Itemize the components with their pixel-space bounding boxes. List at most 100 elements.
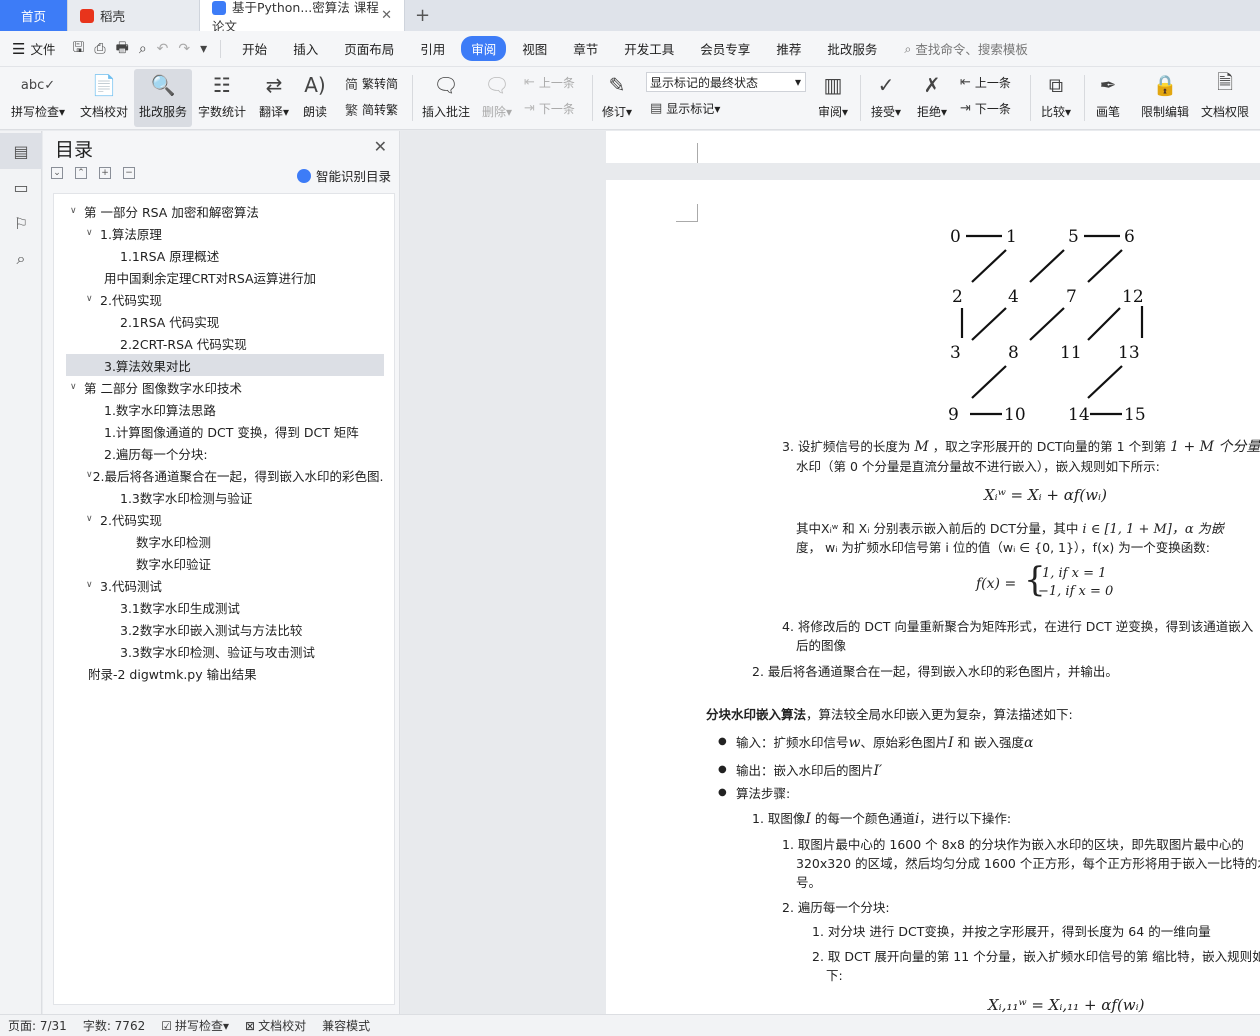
menu-chapter[interactable]: 章节 <box>563 36 608 61</box>
remove-heading-icon[interactable]: − <box>123 167 135 179</box>
add-heading-icon[interactable]: + <box>99 167 111 179</box>
menu-insert[interactable]: 插入 <box>283 36 328 61</box>
word-count-button[interactable]: ☷ 字数统计 <box>194 69 250 127</box>
restrict-edit-button[interactable]: 🔒 限制编辑 <box>1138 69 1192 127</box>
toc-item[interactable]: 1.1RSA 原理概述 <box>66 244 384 266</box>
file-menu[interactable]: ☰ 文件 <box>0 39 67 58</box>
chevron-down-icon[interactable]: ∨ <box>70 206 84 216</box>
doc-text: 1 个到第 <box>1116 439 1167 454</box>
status-spell-check[interactable]: ☑ 拼写检查 ▾ <box>153 1017 237 1034</box>
toc-item[interactable]: 2.1RSA 代码实现 <box>66 310 384 332</box>
toc-item[interactable]: ∨ 1.算法原理 <box>66 222 384 244</box>
menu-view[interactable]: 视图 <box>512 36 557 61</box>
review-pane-button[interactable]: ▥ 审阅▾ <box>814 69 852 127</box>
close-icon[interactable]: ✕ <box>374 137 387 156</box>
compare-button[interactable]: ⧉ 比较▾ <box>1036 69 1076 127</box>
menu-references[interactable]: 引用 <box>410 36 455 61</box>
toc-item[interactable]: ∨ 3.代码测试 <box>66 574 384 596</box>
chevron-down-icon[interactable]: ∨ <box>86 514 100 524</box>
prev-comment-button[interactable]: ⇤ 上一条 <box>524 74 575 91</box>
undo-icon[interactable]: ↶ <box>152 41 174 57</box>
redo-icon[interactable]: ↷ <box>173 41 195 57</box>
trad-to-simp-button[interactable]: 简繁转简 <box>345 74 398 93</box>
toc-icon[interactable]: ▤ <box>0 133 42 169</box>
toc-item[interactable]: 1.3数字水印检测与验证 <box>66 486 384 508</box>
delete-comment-label: 删除 <box>481 105 506 119</box>
smart-toc-button[interactable]: 智能识别目录 <box>296 166 391 185</box>
document-area[interactable]: 0 1 5 6 2 4 7 12 3 8 11 13 9 10 14 15 3.… <box>401 131 1260 1014</box>
accept-button[interactable]: ✓ 接受▾ <box>866 69 906 127</box>
page-indicator[interactable]: 页面: 7/31 <box>0 1017 75 1034</box>
review-service-button[interactable]: 🔍 批改服务 <box>134 69 192 127</box>
menu-page-layout[interactable]: 页面布局 <box>334 36 404 61</box>
read-aloud-button[interactable]: A) 朗读 <box>298 69 332 127</box>
close-icon[interactable]: ✕ <box>381 8 392 23</box>
markup-state-select[interactable]: 显示标记的最终状态 ▾ <box>646 72 806 92</box>
tab-docer[interactable]: 稻壳 <box>68 0 200 31</box>
collapse-all-icon[interactable]: ⌄ <box>51 167 63 179</box>
status-doc-check[interactable]: ⊠ 文档校对 <box>237 1017 314 1034</box>
toc-item[interactable]: ∨ 第 二部分 图像数字水印技术 <box>66 376 384 398</box>
toc-item[interactable]: 3.1数字水印生成测试 <box>66 596 384 618</box>
restrict-edit-label: 限制编辑 <box>1140 105 1189 119</box>
spell-check-button[interactable]: abc✓ 拼写检查▾ <box>6 69 70 127</box>
page-current[interactable]: 0 1 5 6 2 4 7 12 3 8 11 13 9 10 14 15 3.… <box>606 180 1260 1014</box>
search-icon[interactable]: ⌕ <box>0 241 42 277</box>
delete-comment-button[interactable]: 🗨 删除▾ <box>478 69 516 127</box>
toc-item[interactable]: ∨ 2.最后将各通道聚合在一起，得到嵌入水印的彩色图... <box>66 464 384 486</box>
tab-home[interactable]: 首页 <box>0 0 68 31</box>
toc-item[interactable]: 用中国剩余定理CRT对RSA运算进行加 <box>66 266 384 288</box>
customize-dropdown-icon[interactable]: ▾ <box>195 41 212 57</box>
toc-item[interactable]: 数字水印检测 <box>66 530 384 552</box>
menu-recommend[interactable]: 推荐 <box>766 36 811 61</box>
chevron-down-icon[interactable]: ∨ <box>86 294 100 304</box>
expand-icon[interactable]: ⌃ <box>75 167 87 179</box>
toc-item[interactable]: 3.2数字水印嵌入测试与方法比较 <box>66 618 384 640</box>
toc-item[interactable]: 1.数字水印算法思路 <box>66 398 384 420</box>
insert-comment-button[interactable]: 🗨 插入批注 <box>420 69 472 127</box>
translate-button[interactable]: ⇄ 翻译▾ <box>254 69 294 127</box>
toc-item[interactable]: 2.2CRT-RSA 代码实现 <box>66 332 384 354</box>
doc-proofread-button[interactable]: 📄 文档校对 <box>76 69 132 127</box>
new-tab-icon[interactable]: + <box>405 0 440 31</box>
toc-item[interactable]: ∨ 2.代码实现 <box>66 508 384 530</box>
chevron-down-icon[interactable]: ∨ <box>70 382 84 392</box>
prev-change-button[interactable]: ⇤ 上一条 <box>960 74 1011 91</box>
menu-home[interactable]: 开始 <box>232 36 277 61</box>
command-search[interactable]: ⌕ 查找命令、搜索模板 <box>904 39 1028 58</box>
export-pdf-icon[interactable]: ⎙ <box>89 41 110 57</box>
toc-item[interactable]: 1.计算图像通道的 DCT 变换，得到 DCT 矩阵 <box>66 420 384 442</box>
menu-member[interactable]: 会员专享 <box>690 36 760 61</box>
menu-review[interactable]: 审阅 <box>461 36 507 61</box>
word-count-indicator[interactable]: 字数: 7762 <box>75 1017 153 1034</box>
next-change-button[interactable]: ⇥ 下一条 <box>960 100 1011 117</box>
toc-item[interactable]: 附录-2 digwtmk.py 输出结果 <box>66 662 384 684</box>
chapter-nav-icon[interactable]: ▭ <box>0 169 42 205</box>
compare-icon: ⧉ <box>1048 73 1064 97</box>
toc-item-label: 1.1RSA 原理概述 <box>120 248 220 264</box>
toc-item[interactable]: 3.算法效果对比 <box>66 354 384 376</box>
tab-document[interactable]: 基于Python...密算法 课程论文 ✕ <box>200 0 405 34</box>
print-preview-icon[interactable]: ⌕ <box>134 41 152 57</box>
next-comment-button[interactable]: ⇥ 下一条 <box>524 100 575 117</box>
doc-permission-button[interactable]: 🗎 文档权限 <box>1198 69 1252 127</box>
toc-item[interactable]: 3.3数字水印检测、验证与攻击测试 <box>66 640 384 662</box>
track-changes-button[interactable]: ✎ 修订▾ <box>598 69 636 127</box>
toc-item[interactable]: ∨ 2.代码实现 <box>66 288 384 310</box>
simp-to-trad-button[interactable]: 繁简转繁 <box>345 100 398 119</box>
checkbox-icon: ☑ <box>161 1018 172 1033</box>
pen-button[interactable]: ✒ 画笔 <box>1090 69 1126 127</box>
toc-item[interactable]: 2.遍历每一个分块: <box>66 442 384 464</box>
save-icon[interactable]: 🖫 <box>67 37 89 61</box>
print-icon[interactable]: 🖶 <box>111 37 134 61</box>
chevron-down-icon[interactable]: ∨ <box>86 470 93 480</box>
menu-review-service[interactable]: 批改服务 <box>817 36 887 61</box>
menu-developer[interactable]: 开发工具 <box>614 36 684 61</box>
show-markup-button[interactable]: ▤ 显示标记 ▾ <box>650 100 720 117</box>
chevron-down-icon[interactable]: ∨ <box>86 228 100 238</box>
bookmark-icon[interactable]: ⚐ <box>0 205 42 241</box>
reject-button[interactable]: ✗ 拒绝▾ <box>912 69 952 127</box>
toc-item[interactable]: ∨ 第 一部分 RSA 加密和解密算法 <box>66 200 384 222</box>
chevron-down-icon[interactable]: ∨ <box>86 580 100 590</box>
toc-item[interactable]: 数字水印验证 <box>66 552 384 574</box>
